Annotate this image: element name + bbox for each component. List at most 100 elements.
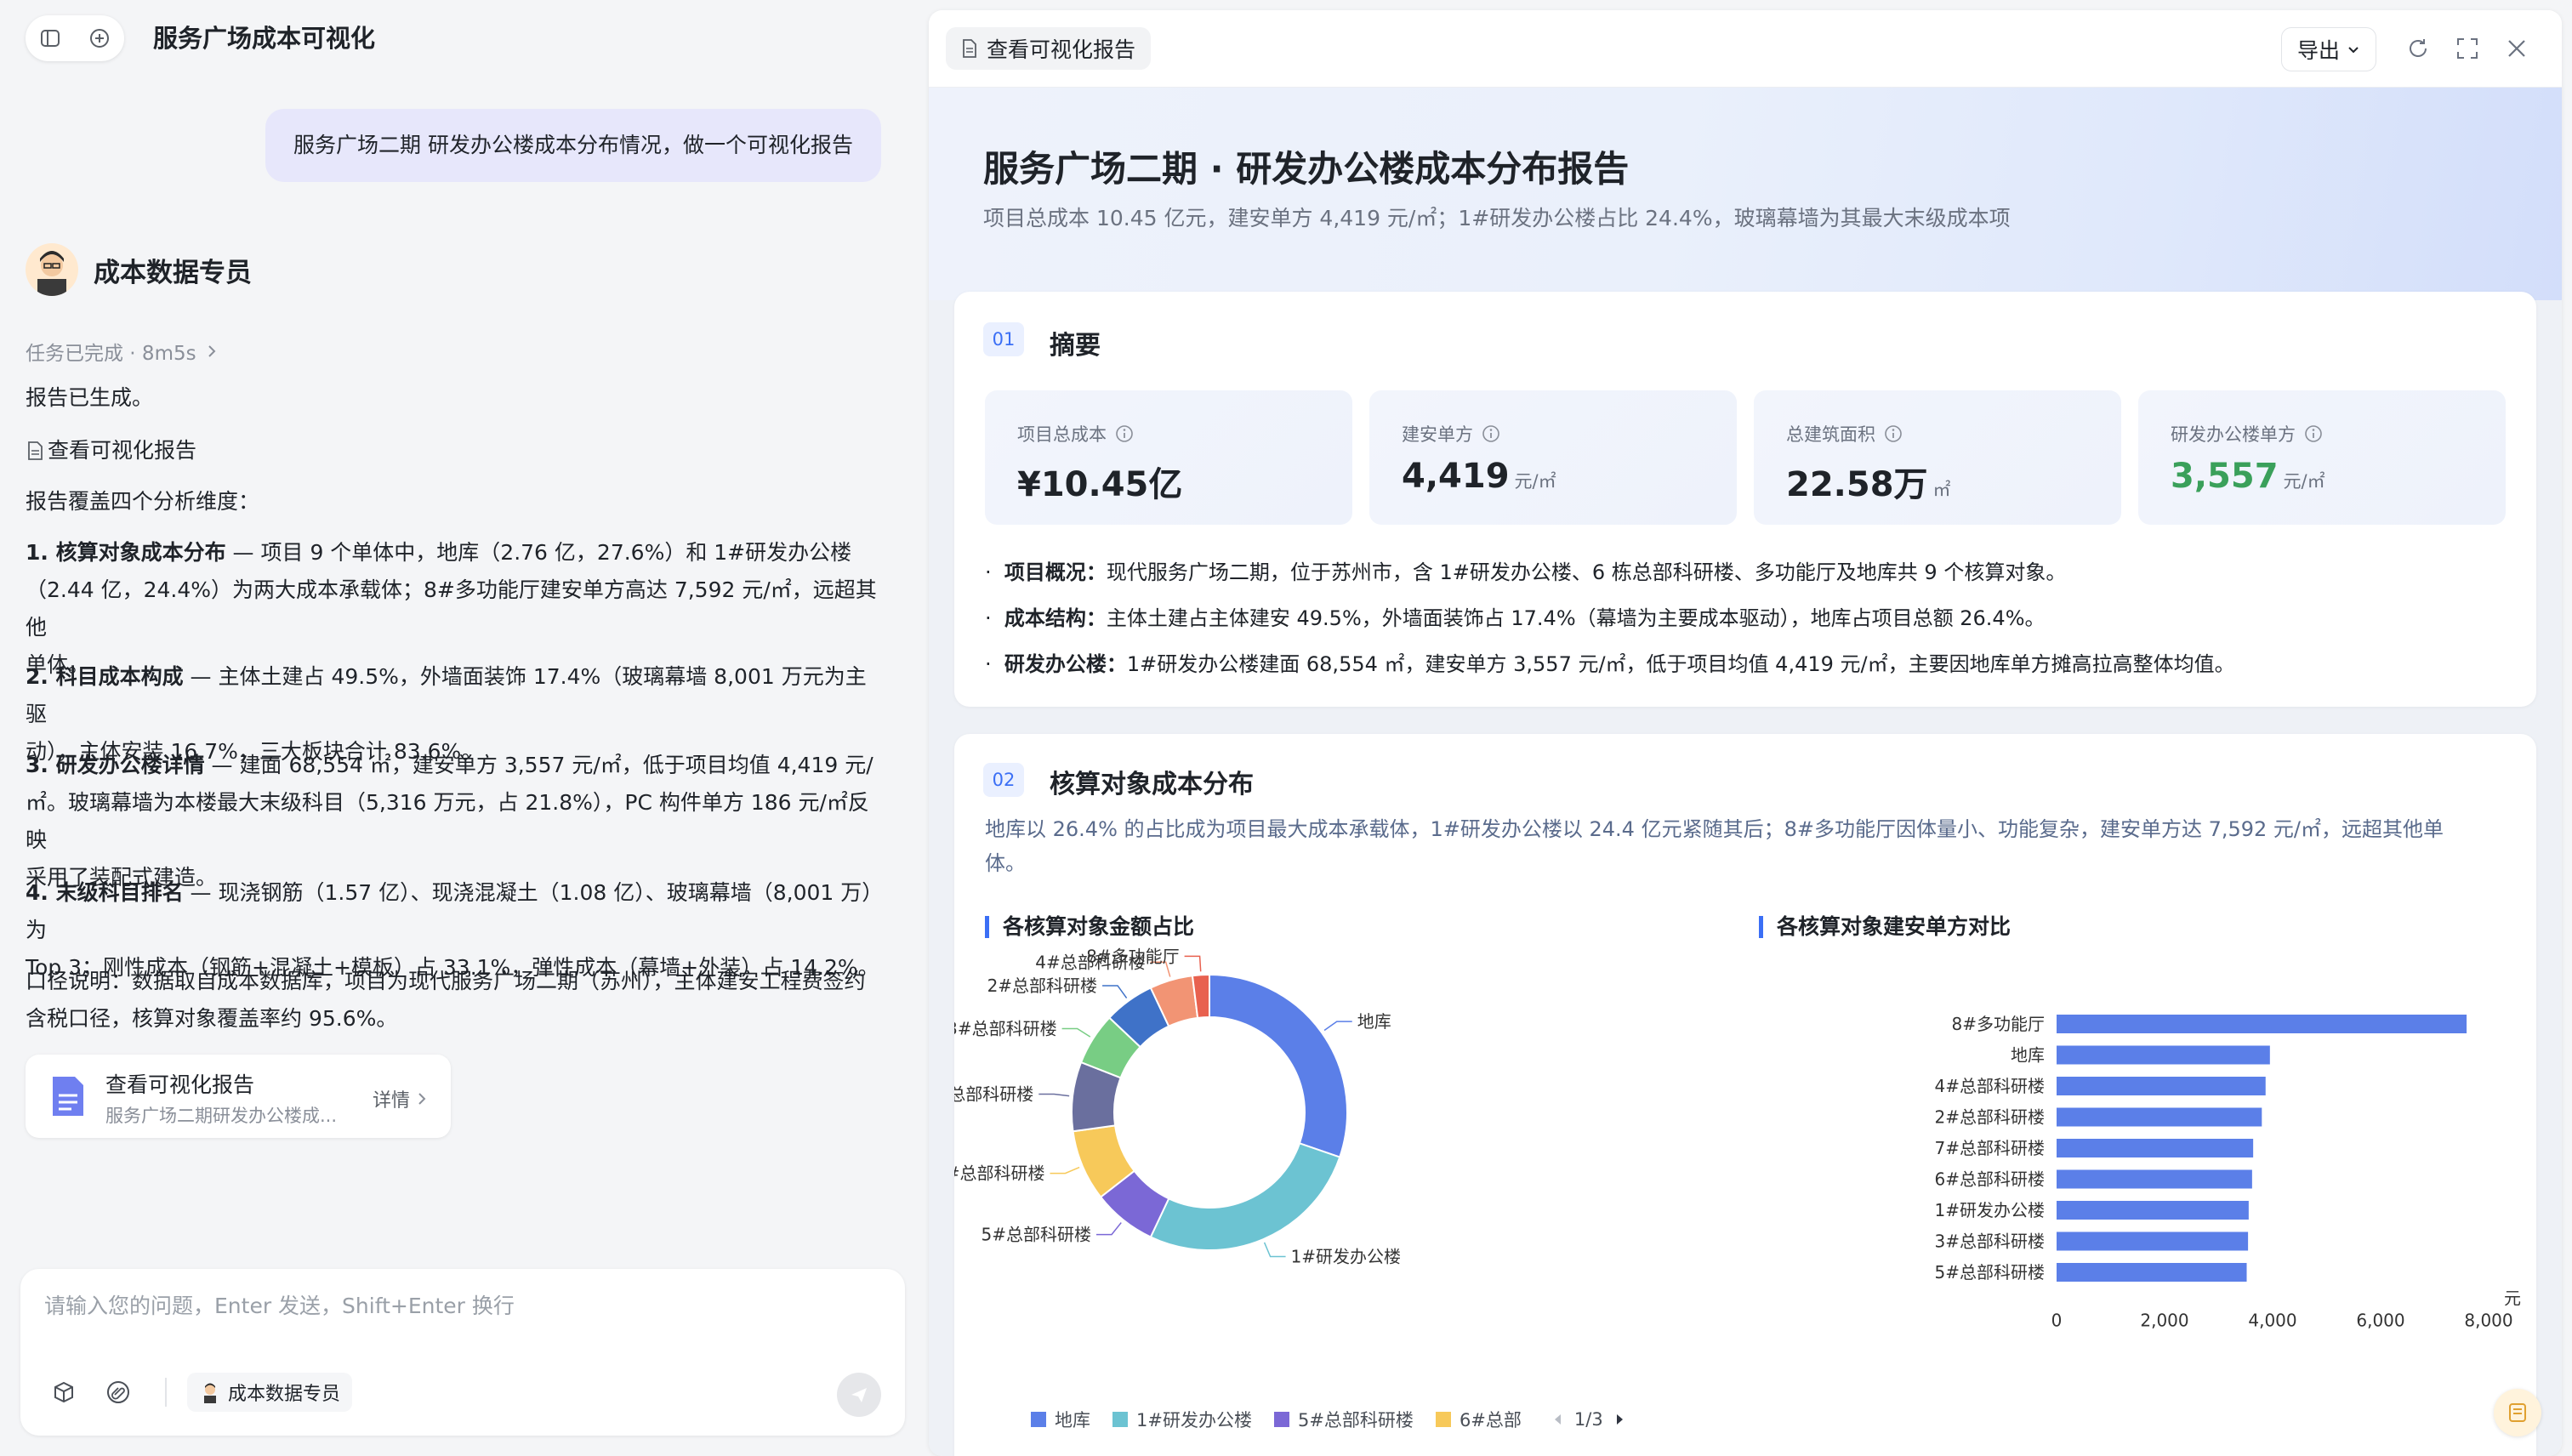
kpi-card: 研发办公楼单方 3,557 元/㎡ <box>2138 390 2506 525</box>
pie-label: 3#总部科研楼 <box>954 1018 1057 1038</box>
pie-legend: 地库 1#研发办公楼 5#总部科研楼 6#总部 1/3 <box>1031 1402 1627 1436</box>
kpi-card: 总建筑面积 22.58万㎡ <box>1754 390 2121 525</box>
task-status[interactable]: 任务已完成 · 8m5s <box>26 337 220 366</box>
avatar-icon <box>204 1383 216 1403</box>
kpi-value: 4,419 <box>1402 457 1510 496</box>
pie-chart-title: 各核算对象金额占比 <box>985 916 1194 938</box>
attachment-icon[interactable] <box>105 1379 131 1405</box>
bar <box>2057 1107 2262 1127</box>
bar-category-label: 8#多功能厅 <box>1952 1014 2045 1034</box>
notes-icon[interactable] <box>2494 1389 2541 1436</box>
pie-label: 地库 <box>1357 1011 1391 1032</box>
kpi-value: ¥10.45亿 <box>1017 465 1183 504</box>
export-label: 导出 <box>2296 38 2340 63</box>
export-button[interactable]: 导出 <box>2281 27 2376 71</box>
pie-leader-line <box>1050 1166 1080 1174</box>
info-icon[interactable] <box>1482 424 1500 443</box>
bar-category-label: 1#研发办公楼 <box>1935 1200 2045 1220</box>
scope-note: 口径说明：数据取自成本数据库，项目为现代服务广场二期（苏州），主体建安工程费签约… <box>26 969 866 1031</box>
chat-input[interactable]: 请输入您的问题，Enter 发送，Shift+Enter 换行 <box>44 1289 515 1320</box>
tab-report[interactable]: 查看可视化报告 <box>946 27 1152 70</box>
kpi-label: 研发办公楼单方 <box>2171 424 2296 445</box>
bar <box>2057 1169 2252 1189</box>
legend-swatch <box>1273 1412 1289 1427</box>
avatar <box>26 243 78 296</box>
info-icon[interactable] <box>2304 424 2323 443</box>
kpi-value: 22.58万 <box>1786 465 1928 504</box>
user-message: 服务广场二期 研发办公楼成本分布情况，做一个可视化报告 <box>265 109 881 182</box>
kpi-unit: 元/㎡ <box>2283 471 2325 492</box>
report-body: 服务广场二期 · 研发办公楼成本分布报告 项目总成本 10.45 亿元，建安单方… <box>929 88 2562 1456</box>
refresh-icon[interactable] <box>2405 36 2431 61</box>
fullscreen-icon[interactable] <box>2455 36 2480 61</box>
bar <box>2057 1231 2249 1251</box>
message-line: 报告覆盖四个分析维度： <box>26 489 260 514</box>
kpi-label: 项目总成本 <box>1017 424 1107 445</box>
pie-label: 6#总部科研楼 <box>954 1163 1044 1184</box>
chat-panel: 服务广场成本可视化 服务广场二期 研发办公楼成本分布情况，做一个可视化报告 成本… <box>0 0 919 1456</box>
legend-item[interactable]: 6#总部 <box>1435 1407 1522 1432</box>
legend-item[interactable]: 地库 <box>1031 1407 1090 1432</box>
kpi-card: 建安单方 4,419 元/㎡ <box>1369 390 1737 525</box>
divider <box>165 1378 167 1407</box>
bar-category-label: 地库 <box>2011 1045 2045 1066</box>
cube-icon[interactable] <box>51 1379 77 1405</box>
bar <box>2057 1139 2254 1157</box>
close-icon[interactable] <box>2504 36 2529 61</box>
agent-chip-label: 成本数据专员 <box>228 1384 341 1405</box>
tab-report-label: 查看可视化报告 <box>987 37 1136 62</box>
pie-leader-line <box>1061 1027 1091 1038</box>
bar <box>2057 1077 2266 1095</box>
report-panel: 查看可视化报告 导出 服务广场二期 · 研发办公楼成本分布报告 项目总成本 10… <box>929 10 2562 1456</box>
report-link-label: 查看可视化报告 <box>48 438 197 463</box>
legend-label: 1#研发办公楼 <box>1136 1410 1252 1430</box>
chat-input-box: 请输入您的问题，Enter 发送，Shift+Enter 换行 成本数据专员 <box>20 1269 905 1436</box>
message-line: 报告已生成。 <box>26 385 154 410</box>
bar-category-label: 3#总部科研楼 <box>1935 1231 2045 1252</box>
bar-chart: 8#多功能厅地库 4#总部科研楼 2#总部科研楼 7#总部科研楼 6#总部科研楼 1#研发… <box>1935 1014 2521 1331</box>
chevron-right-icon <box>418 1093 426 1105</box>
chevron-right-icon <box>208 345 216 357</box>
pie-label: 1#研发办公楼 <box>1291 1247 1401 1267</box>
pie-leader-line <box>1102 985 1128 999</box>
legend-item[interactable]: 5#总部科研楼 <box>1273 1407 1414 1432</box>
report-title: 服务广场二期 · 研发办公楼成本分布报告 <box>983 148 1630 190</box>
info-icon[interactable] <box>1115 424 1134 443</box>
sidebar-toggle-icon[interactable] <box>39 27 61 49</box>
x-tick-label: 8,000 <box>2464 1311 2512 1331</box>
chat-title: 服务广场成本可视化 <box>153 24 376 53</box>
legend-prev-icon[interactable] <box>1551 1411 1566 1428</box>
legend-swatch <box>1435 1412 1451 1427</box>
bar-category-label: 2#总部科研楼 <box>1935 1107 2045 1128</box>
task-status-text: 任务已完成 · 8m5s <box>26 343 196 365</box>
report-link[interactable]: 查看可视化报告 <box>26 432 885 469</box>
section-number: 02 <box>983 763 1024 797</box>
pie-leader-line <box>1095 1222 1122 1236</box>
send-button[interactable] <box>837 1373 881 1417</box>
document-icon <box>28 441 43 460</box>
section-cost-distribution: 02 核算对象成本分布 地库以 26.4% 的占比成为项目最大成本承载体，1#研… <box>954 734 2536 1456</box>
agent-chip[interactable]: 成本数据专员 <box>187 1373 353 1412</box>
section-number: 01 <box>983 322 1024 356</box>
legend-label: 6#总部 <box>1459 1410 1522 1430</box>
kpi-card: 项目总成本 ¥10.45亿 <box>985 390 1352 525</box>
new-chat-icon[interactable] <box>88 27 111 49</box>
legend-swatch <box>1031 1412 1046 1427</box>
chevron-down-icon <box>2348 47 2359 54</box>
report-card[interactable]: 查看可视化报告 服务广场二期研发办公楼成... 详情 <box>26 1055 451 1138</box>
summary-bullet: · 研发办公楼：1#研发办公楼建面 68,554 ㎡，建安单方 3,557 元/… <box>985 652 2235 676</box>
bar <box>2057 1263 2247 1282</box>
report-subtitle: 项目总成本 10.45 亿元，建安单方 4,419 元/㎡；1#研发办公楼占比 … <box>983 206 2011 230</box>
summary-bullet: · 项目概况：现代服务广场二期，位于苏州市，含 1#研发办公楼、6 栋总部科研楼… <box>985 560 2067 584</box>
pie-label: 5#总部科研楼 <box>982 1225 1091 1245</box>
info-icon[interactable] <box>1884 424 1903 443</box>
card-detail-link[interactable]: 详情 <box>373 1085 429 1112</box>
pie-leader-line <box>1263 1242 1286 1258</box>
section-description: 地库以 26.4% 的占比成为项目最大成本承载体，1#研发办公楼以 24.4 亿… <box>985 817 2444 875</box>
legend-label: 地库 <box>1055 1410 1090 1430</box>
report-toolbar: 查看可视化报告 导出 <box>929 10 2562 88</box>
pie-label: 7#总部科研楼 <box>954 1083 1033 1104</box>
legend-next-icon[interactable] <box>1612 1411 1627 1428</box>
section-title: 摘要 <box>1050 331 1101 361</box>
legend-item[interactable]: 1#研发办公楼 <box>1112 1407 1252 1432</box>
